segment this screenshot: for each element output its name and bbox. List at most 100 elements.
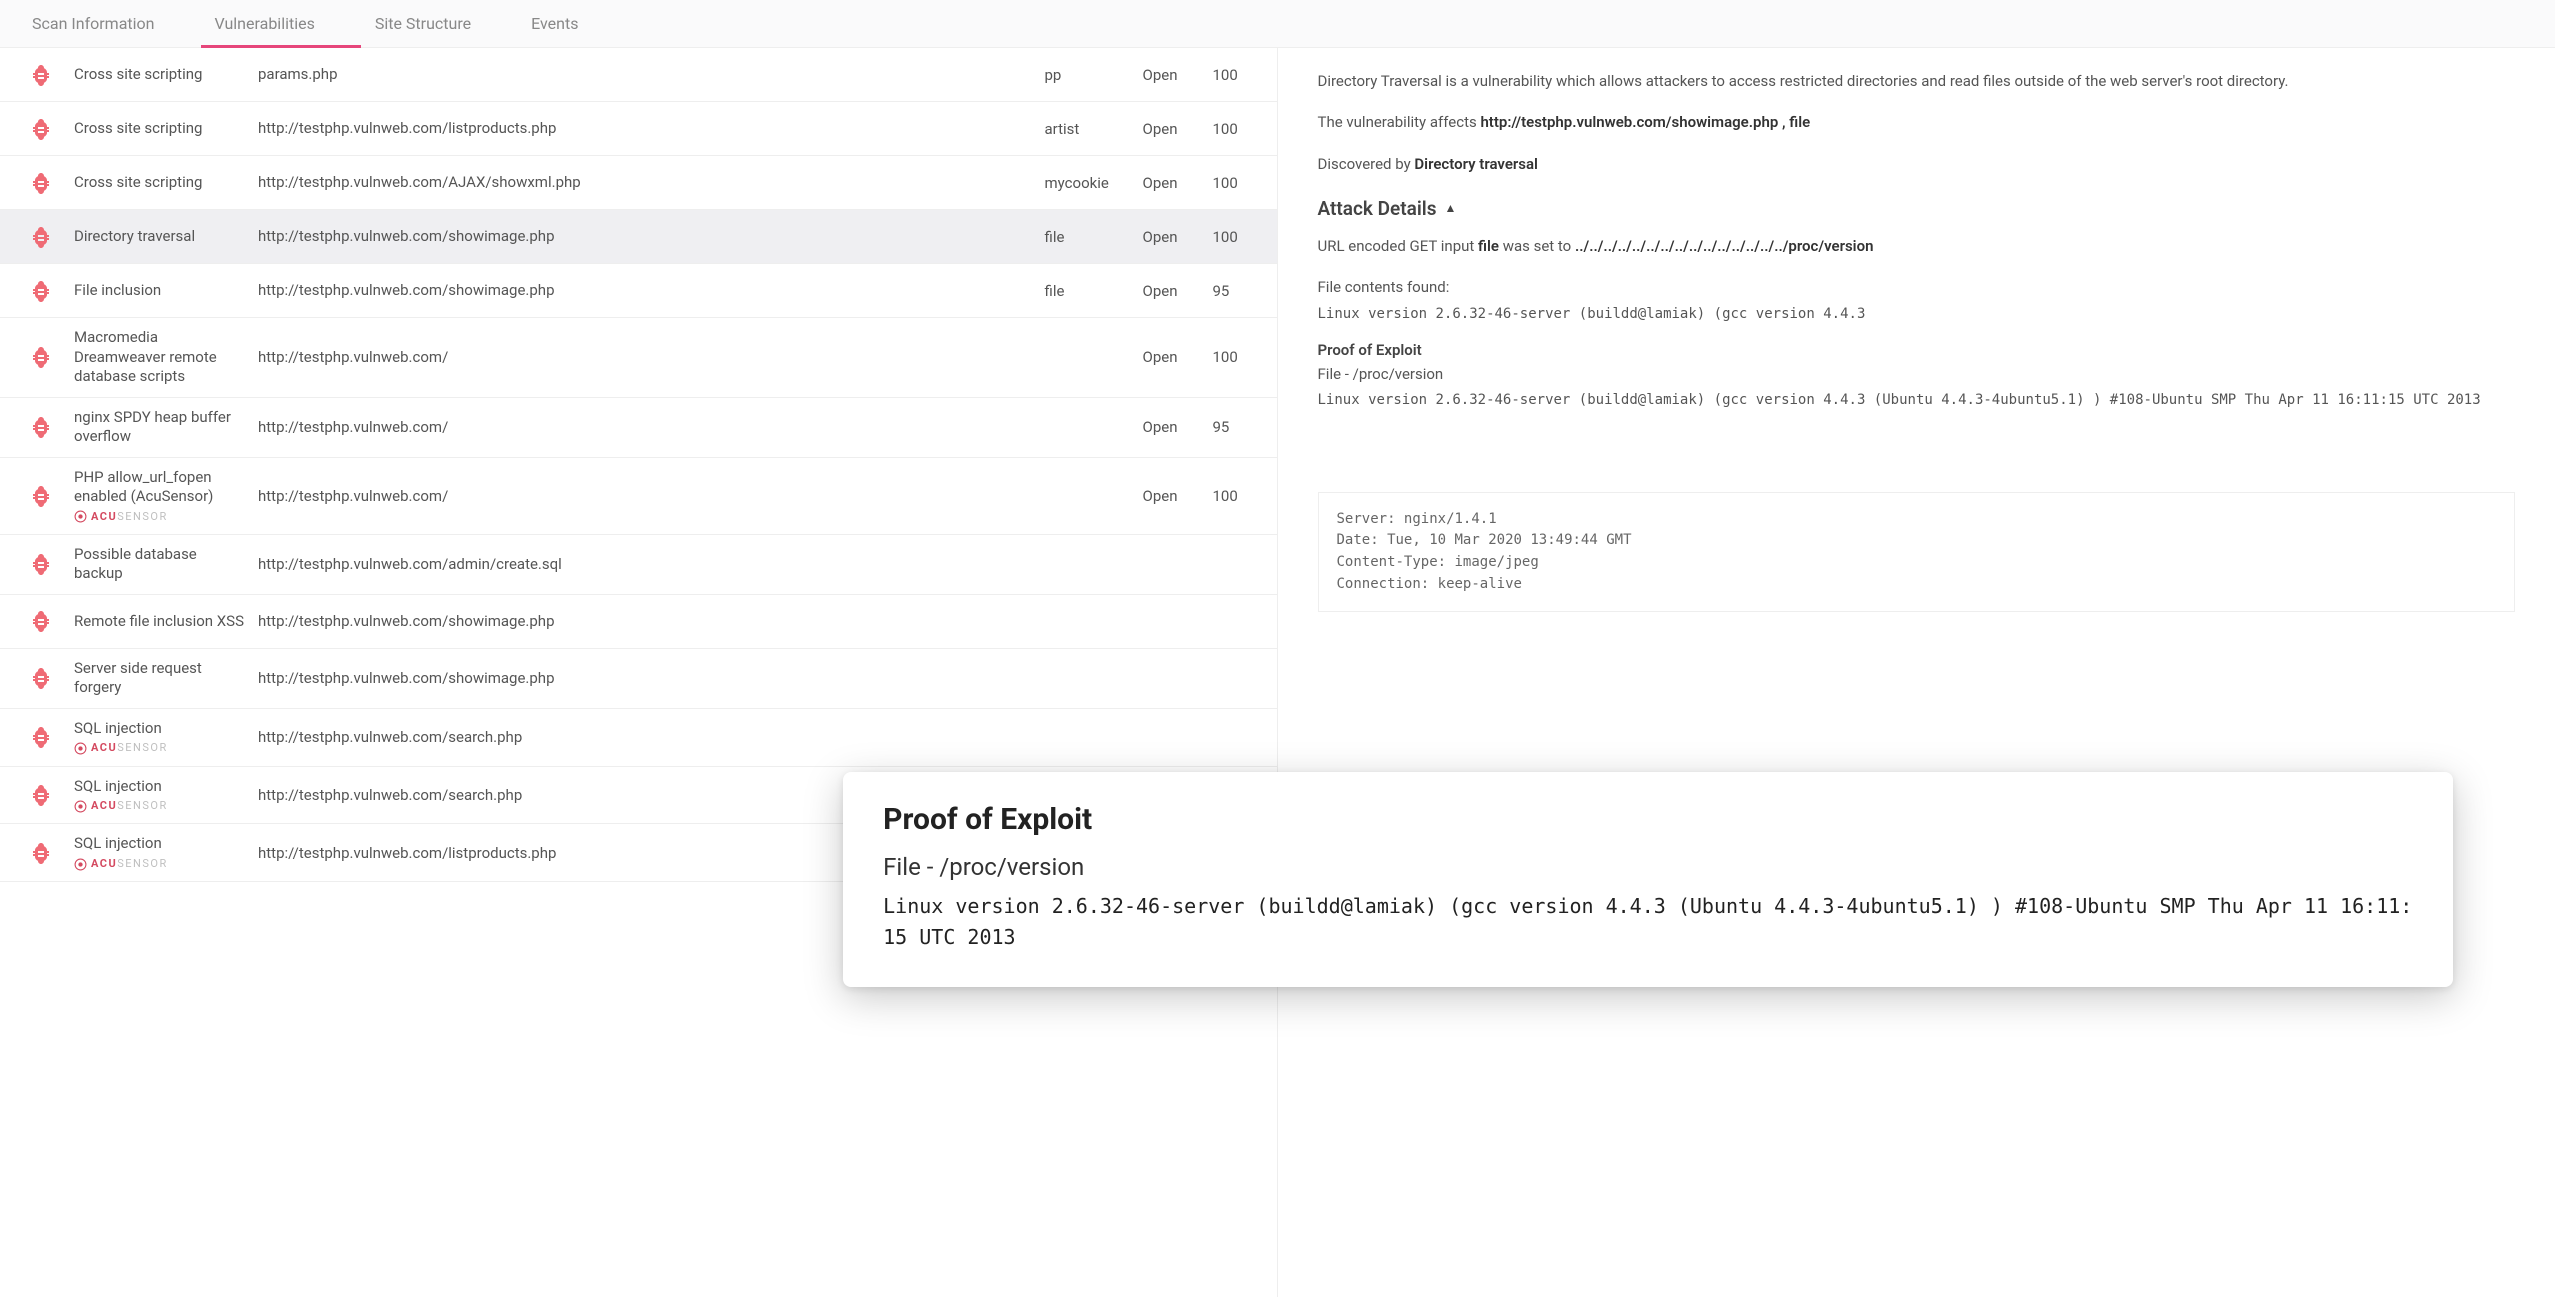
vuln-confidence-cell: 100 bbox=[1213, 228, 1259, 246]
vuln-param-cell: mycookie bbox=[1045, 174, 1133, 192]
tab-events[interactable]: Events bbox=[517, 0, 624, 47]
bug-icon bbox=[29, 63, 53, 87]
input-prefix: URL encoded GET input bbox=[1318, 237, 1479, 255]
affects-url: http://testphp.vulnweb.com/showimage.php… bbox=[1480, 113, 1810, 131]
vuln-name-cell: Directory traversal bbox=[74, 227, 248, 247]
vuln-row[interactable]: PHP allow_url_fopen enabled (AcuSensor)A… bbox=[0, 458, 1277, 535]
vuln-row[interactable]: Server side request forgery http://testph… bbox=[0, 649, 1277, 709]
vuln-name-cell: Cross site scripting bbox=[74, 119, 248, 139]
vuln-url-cell: http://testphp.vulnweb.com/showimage.php bbox=[258, 668, 1035, 688]
severity-cell bbox=[18, 279, 64, 303]
vuln-confidence-cell: 100 bbox=[1213, 487, 1259, 505]
vuln-param-cell: artist bbox=[1045, 120, 1133, 138]
vuln-status-cell: Open bbox=[1143, 348, 1203, 366]
vuln-url-cell: http://testphp.vulnweb.com/admin/create.… bbox=[258, 554, 1035, 574]
bug-icon bbox=[29, 345, 53, 369]
main-tabs: Scan InformationVulnerabilitiesSite Stru… bbox=[0, 0, 2555, 48]
proof-card-title: Proof of Exploit bbox=[883, 802, 2413, 837]
vuln-row[interactable]: Macromedia Dreamweaver remote database s… bbox=[0, 318, 1277, 398]
vuln-row[interactable]: Cross site scriptingparams.phpppOpen100 bbox=[0, 48, 1277, 102]
file-contents-label: File contents found: bbox=[1318, 276, 2516, 299]
attack-details-header[interactable]: Attack Details ▲ bbox=[1318, 194, 2516, 223]
vuln-name-cell: nginx SPDY heap buffer overflow bbox=[74, 408, 248, 447]
vulnerability-list[interactable]: Cross site scriptingparams.phpppOpen100C… bbox=[0, 48, 1278, 1297]
vuln-status-cell: Open bbox=[1143, 487, 1203, 505]
severity-cell bbox=[18, 415, 64, 439]
content-area: Cross site scriptingparams.phpppOpen100C… bbox=[0, 48, 2555, 1297]
bug-icon bbox=[29, 415, 53, 439]
bug-icon bbox=[29, 841, 53, 865]
http-response-block: Server: nginx/1.4.1 Date: Tue, 10 Mar 20… bbox=[1318, 492, 2516, 613]
vuln-row[interactable]: Remote file inclusion XSShttp://testphp.… bbox=[0, 595, 1277, 649]
severity-cell bbox=[18, 783, 64, 807]
vuln-name-cell: PHP allow_url_fopen enabled (AcuSensor)A… bbox=[74, 468, 248, 524]
vuln-confidence-cell: 100 bbox=[1213, 66, 1259, 84]
vuln-name-cell: SQL injectionACUSENSOR bbox=[74, 719, 248, 756]
vuln-discovered: Discovered by Directory traversal bbox=[1318, 153, 2516, 176]
vuln-row[interactable]: Cross site scripting http://testphp.vulnw… bbox=[0, 102, 1277, 156]
bug-icon bbox=[29, 609, 53, 633]
vuln-row[interactable]: Possible database backuphttp://testphp.v… bbox=[0, 535, 1277, 595]
attack-details-label: Attack Details bbox=[1318, 194, 1437, 223]
vuln-url-cell: http://testphp.vulnweb.com/showimage.php bbox=[258, 226, 1035, 246]
input-param: file bbox=[1478, 237, 1499, 255]
severity-cell bbox=[18, 725, 64, 749]
vuln-status-cell: Open bbox=[1143, 228, 1203, 246]
severity-cell bbox=[18, 552, 64, 576]
attack-input-line: URL encoded GET input file was set to ..… bbox=[1318, 235, 2516, 258]
tab-scan-information[interactable]: Scan Information bbox=[18, 0, 201, 47]
proof-card-file: File - /proc/version bbox=[883, 853, 2413, 881]
severity-cell bbox=[18, 666, 64, 690]
vuln-row[interactable]: nginx SPDY heap buffer overflowhttp://te… bbox=[0, 398, 1277, 458]
vuln-name-cell: File inclusion bbox=[74, 281, 248, 301]
bug-icon bbox=[29, 725, 53, 749]
severity-cell bbox=[18, 484, 64, 508]
bug-icon bbox=[29, 552, 53, 576]
app-root: Scan InformationVulnerabilitiesSite Stru… bbox=[0, 0, 2555, 1297]
vuln-name-cell: SQL injectionACUSENSOR bbox=[74, 777, 248, 814]
acusensor-icon bbox=[74, 800, 87, 813]
vuln-url-cell: http://testphp.vulnweb.com/AJAX/showxml.… bbox=[258, 172, 1035, 192]
bug-icon bbox=[29, 171, 53, 195]
vuln-row[interactable]: File inclusion http://testphp.vulnweb.com… bbox=[0, 264, 1277, 318]
vuln-name-cell: Remote file inclusion XSS bbox=[74, 612, 248, 632]
severity-cell bbox=[18, 171, 64, 195]
vuln-row[interactable]: SQL injectionACUSENSOR http://testphp.vul… bbox=[0, 709, 1277, 767]
vuln-status-cell: Open bbox=[1143, 174, 1203, 192]
vuln-param-cell: file bbox=[1045, 282, 1133, 300]
severity-cell bbox=[18, 117, 64, 141]
vuln-url-cell: http://testphp.vulnweb.com/search.php bbox=[258, 727, 1035, 747]
acusensor-badge: ACUSENSOR bbox=[74, 857, 248, 871]
acusensor-badge: ACUSENSOR bbox=[74, 510, 248, 524]
proof-of-exploit-label: Proof of Exploit bbox=[1318, 339, 2516, 362]
severity-cell bbox=[18, 63, 64, 87]
vuln-confidence-cell: 100 bbox=[1213, 120, 1259, 138]
input-mid: was set to bbox=[1503, 237, 1575, 255]
vuln-param-cell: file bbox=[1045, 228, 1133, 246]
file-contents-output: Linux version 2.6.32-46-server (buildd@l… bbox=[1318, 304, 2516, 326]
vuln-description: Directory Traversal is a vulnerability w… bbox=[1318, 70, 2516, 93]
severity-cell bbox=[18, 841, 64, 865]
tab-site-structure[interactable]: Site Structure bbox=[361, 0, 517, 47]
severity-cell bbox=[18, 345, 64, 369]
vuln-name-cell: SQL injectionACUSENSOR bbox=[74, 834, 248, 871]
severity-cell bbox=[18, 609, 64, 633]
vuln-url-cell: http://testphp.vulnweb.com/showimage.php bbox=[258, 280, 1035, 300]
vuln-row[interactable]: Cross site scriptinghttp://testphp.vulnw… bbox=[0, 156, 1277, 210]
vuln-url-cell: params.php bbox=[258, 64, 1035, 84]
proof-file-label: File - /proc/version bbox=[1318, 363, 2516, 386]
vuln-status-cell: Open bbox=[1143, 282, 1203, 300]
affects-prefix: The vulnerability affects bbox=[1318, 113, 1481, 131]
vulnerability-details[interactable]: Directory Traversal is a vulnerability w… bbox=[1278, 48, 2555, 1297]
severity-cell bbox=[18, 225, 64, 249]
tab-vulnerabilities[interactable]: Vulnerabilities bbox=[201, 0, 361, 47]
vuln-name-cell: Macromedia Dreamweaver remote database s… bbox=[74, 328, 248, 387]
bug-icon bbox=[29, 279, 53, 303]
discovered-prefix: Discovered by bbox=[1318, 155, 1415, 173]
input-value: ../../../../../../../../../../../../../.… bbox=[1575, 237, 1873, 255]
vuln-name-cell: Cross site scripting bbox=[74, 65, 248, 85]
vuln-row[interactable]: Directory traversal http://testphp.vulnwe… bbox=[0, 210, 1277, 264]
vuln-confidence-cell: 95 bbox=[1213, 282, 1259, 300]
vuln-name-cell: Server side request forgery bbox=[74, 659, 248, 698]
vuln-url-cell: http://testphp.vulnweb.com/listproducts.… bbox=[258, 118, 1035, 138]
